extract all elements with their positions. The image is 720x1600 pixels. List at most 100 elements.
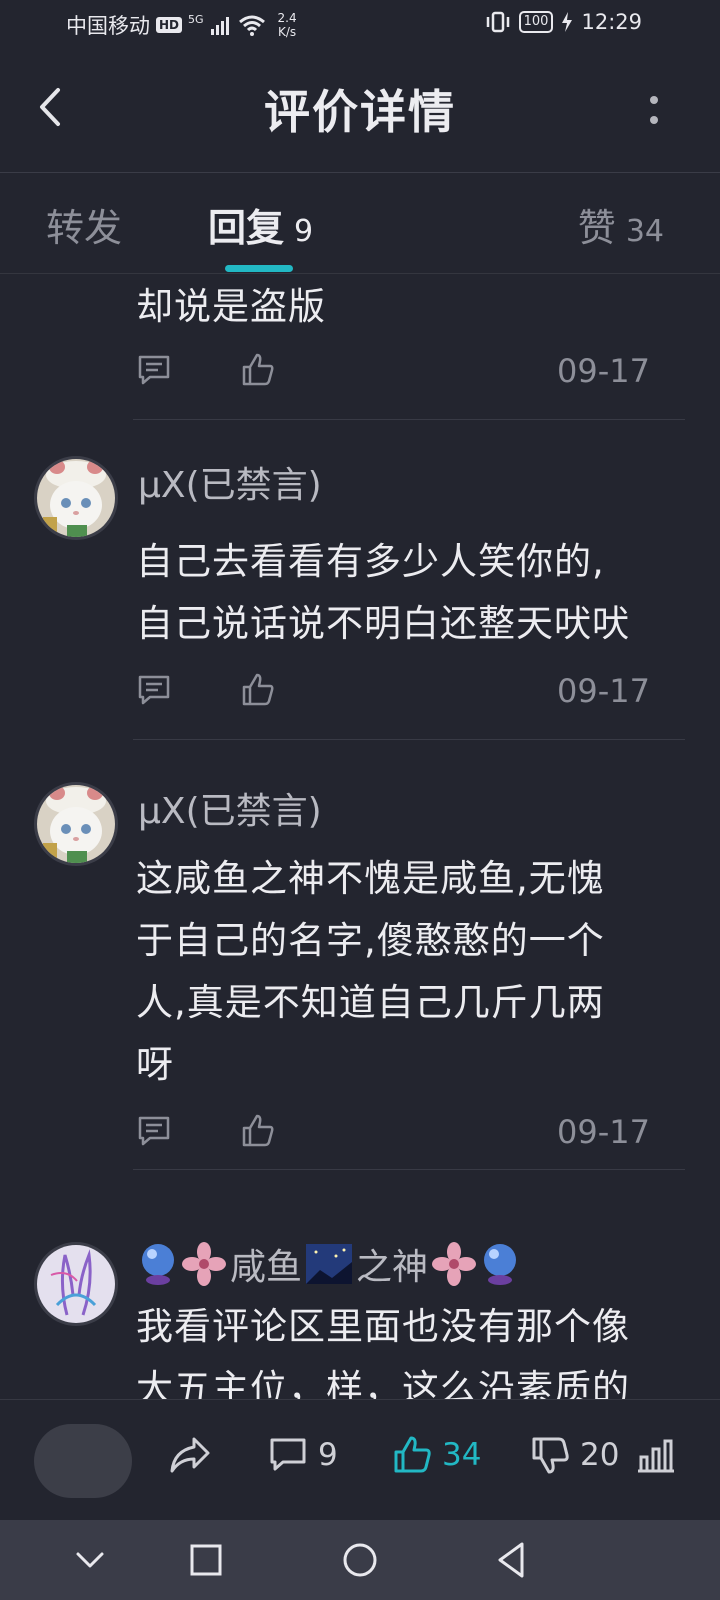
comment-button[interactable] <box>136 352 172 388</box>
tab-bar: 转发 回复 9 赞 34 <box>0 173 720 274</box>
flower-icon <box>432 1242 477 1286</box>
comment-icon <box>138 1116 170 1146</box>
like-button[interactable] <box>240 352 276 388</box>
share-icon <box>170 1437 210 1473</box>
square-icon <box>190 1544 222 1576</box>
comment-button[interactable] <box>136 672 172 708</box>
reply-date: 09-17 <box>557 1113 650 1151</box>
tab-replies-count: 9 <box>294 214 314 249</box>
net-speed-value: 2.4 <box>277 11 297 25</box>
comment-icon <box>138 675 170 705</box>
charging-icon <box>562 12 573 32</box>
tab-repost[interactable]: 转发 <box>46 197 122 252</box>
thumbs-up-icon <box>242 1114 274 1147</box>
reply-count-button[interactable]: 9 <box>268 1430 338 1480</box>
reply-username[interactable]: 咸鱼 之神 <box>138 1238 520 1290</box>
reply-content-line: 这咸鱼之神不愧是咸鱼,无愧 <box>136 857 605 900</box>
night-sky-icon <box>306 1244 353 1284</box>
thumbs-up-icon <box>394 1436 431 1473</box>
like-button[interactable] <box>240 672 276 708</box>
avatar[interactable] <box>34 782 118 866</box>
thumbs-down-icon <box>532 1437 569 1474</box>
cat-avatar-image <box>37 459 115 537</box>
cat-avatar-image <box>37 785 115 863</box>
hd-badge: HD <box>156 17 183 33</box>
reply-content-line: 我看评论区里面也没有那个像 <box>136 1305 630 1348</box>
reply-actions: 09-17 <box>136 1113 676 1163</box>
battery-level: 100 <box>518 11 554 33</box>
triangle-back-icon <box>498 1542 524 1578</box>
reply-content-line: 却说是盗版 <box>136 285 326 328</box>
reply-date: 09-17 <box>557 352 650 390</box>
crystal-ball-icon <box>142 1244 174 1285</box>
nav-back-button[interactable] <box>488 1536 536 1584</box>
like-count-button[interactable]: 34 <box>392 1430 481 1480</box>
reply-content: 这咸鱼之神不愧是咸鱼,无愧 于自己的名字,傻憨憨的一个 人,真是不知道自己几斤几… <box>136 848 676 1096</box>
comment-button[interactable] <box>136 1113 172 1149</box>
more-vertical-icon <box>650 96 658 124</box>
more-options-button[interactable] <box>642 92 666 132</box>
username-text: 之神 <box>356 1247 429 1288</box>
comment-icon <box>270 1438 306 1471</box>
reply-actions: 09-17 <box>136 672 676 722</box>
network-type: 5G <box>188 12 204 26</box>
status-left: 中国移动 HD 5G 2.4 K/s <box>66 10 297 40</box>
avatar[interactable] <box>34 1242 118 1326</box>
tab-replies[interactable]: 回复 9 <box>208 197 313 252</box>
bottom-action-bar: 9 34 20 <box>0 1399 720 1520</box>
reply-content: 我看评论区里面也没有那个像 大五主位，样，这么沿素质的 <box>136 1296 676 1399</box>
reply-username[interactable]: μX(已禁言) <box>138 456 322 508</box>
tab-likes[interactable]: 赞 34 <box>578 197 664 252</box>
reply-date: 09-17 <box>557 672 650 710</box>
reply-content-line: 呀 <box>136 1043 174 1086</box>
crystal-ball-icon <box>484 1244 517 1285</box>
like-button[interactable] <box>240 1113 276 1149</box>
replies-list[interactable]: 却说是盗版 09-17 μX(已禁言) 自己去看看有多少人笑你的, 自己说话说不… <box>0 274 720 1399</box>
net-speed-unit: K/s <box>278 25 297 39</box>
circle-icon <box>343 1543 377 1577</box>
reply-actions: 09-17 <box>136 352 676 402</box>
reply-input[interactable] <box>34 1424 132 1498</box>
reply-content: 自己去看看有多少人笑你的, 自己说话说不明白还整天吠吠 <box>136 531 676 655</box>
thumbs-up-icon <box>242 673 274 706</box>
wifi-icon <box>238 15 265 36</box>
reply-content-line: 自己去看看有多少人笑你的, <box>136 540 605 583</box>
chevron-down-icon <box>76 1552 104 1568</box>
tab-repost-label: 转发 <box>46 206 123 250</box>
rabbit-avatar-image <box>37 1245 115 1323</box>
thumbs-up-icon <box>242 353 274 386</box>
tab-likes-label: 赞 <box>577 206 616 250</box>
reply-content-line: 大五主位，样，这么沿素质的 <box>136 1367 630 1399</box>
nav-home-button[interactable] <box>336 1536 384 1584</box>
system-nav-bar <box>0 1520 720 1600</box>
divider <box>133 1169 685 1170</box>
vibrate-icon <box>486 11 509 33</box>
reply-content-line: 人,真是不知道自己几斤几两 <box>136 981 605 1024</box>
divider <box>133 739 685 740</box>
stats-button[interactable] <box>636 1430 676 1480</box>
reply-content-line: 自己说话说不明白还整天吠吠 <box>136 602 630 645</box>
app-header: 评价详情 <box>0 48 720 173</box>
page-title: 评价详情 <box>264 85 456 139</box>
signal-icon <box>210 17 229 35</box>
net-speed: 2.4 K/s <box>278 11 297 39</box>
reply-content-line: 于自己的名字,傻憨憨的一个 <box>136 919 605 962</box>
flower-icon <box>182 1242 226 1286</box>
comment-icon <box>138 355 170 385</box>
like-count: 34 <box>442 1437 482 1473</box>
username-text: 咸鱼 <box>230 1247 303 1288</box>
dislike-count-button[interactable]: 20 <box>530 1430 619 1480</box>
nav-recents-button[interactable] <box>182 1536 230 1584</box>
reply-content: 却说是盗版 <box>136 276 676 338</box>
nav-collapse-button[interactable] <box>66 1536 114 1584</box>
tab-replies-label: 回复 <box>208 206 285 250</box>
divider <box>133 419 685 420</box>
reply-username[interactable]: μX(已禁言) <box>138 782 322 834</box>
tab-likes-count: 34 <box>625 214 664 249</box>
share-button[interactable] <box>168 1430 212 1480</box>
carrier-label: 中国移动 <box>66 14 150 38</box>
status-bar: 中国移动 HD 5G 2.4 K/s 100 12:29 <box>0 0 720 48</box>
clock: 12:29 <box>581 10 642 34</box>
tab-indicator <box>225 265 293 272</box>
avatar[interactable] <box>34 456 118 540</box>
